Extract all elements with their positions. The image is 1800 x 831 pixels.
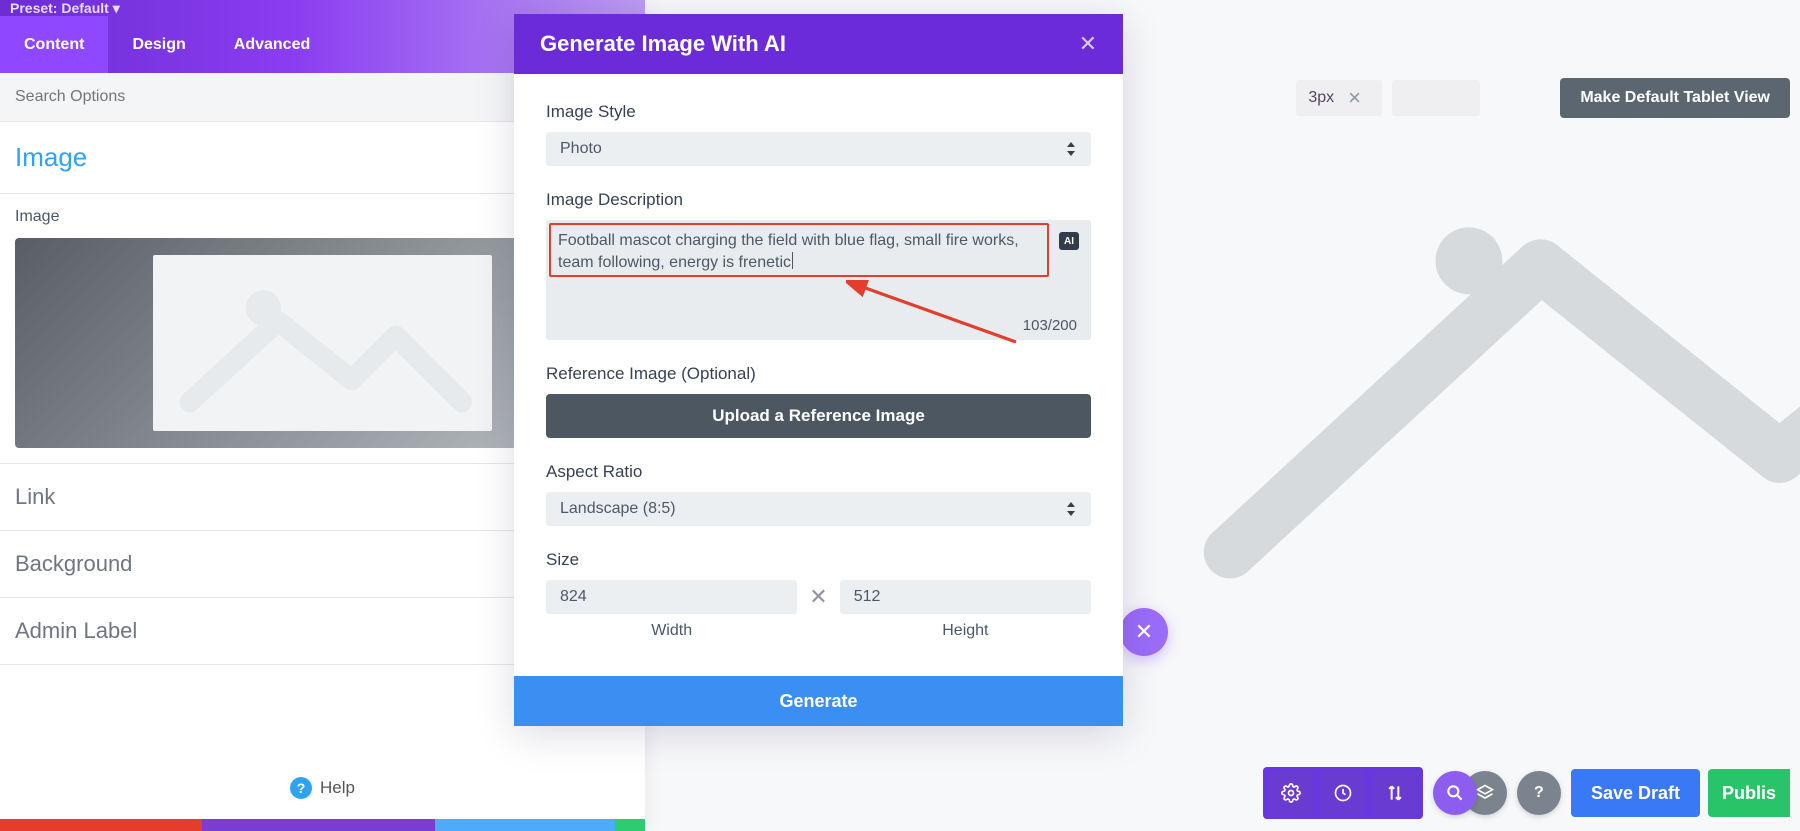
tab-design[interactable]: Design bbox=[108, 16, 209, 73]
builder-icon-group bbox=[1263, 767, 1423, 819]
generate-image-ai-modal: Generate Image With AI ✕ Image Style Pho… bbox=[514, 14, 1123, 726]
size-label: Size bbox=[546, 550, 1091, 570]
char-count: 103/200 bbox=[1023, 317, 1077, 334]
width-caption: Width bbox=[651, 622, 692, 640]
close-module-bubble[interactable]: ✕ bbox=[1120, 608, 1168, 656]
dimension-value: 3px bbox=[1308, 89, 1334, 107]
modal-header: Generate Image With AI ✕ bbox=[514, 14, 1123, 74]
background-image-placeholder bbox=[1135, 170, 1800, 600]
modal-close-icon[interactable]: ✕ bbox=[1079, 31, 1097, 57]
panel-help-row[interactable]: ? Help bbox=[0, 777, 645, 799]
image-style-label: Image Style bbox=[546, 102, 1091, 122]
bottom-action-bar: ? Save Draft Publis bbox=[1263, 767, 1790, 819]
dimension-empty-box[interactable] bbox=[1392, 80, 1480, 116]
tab-content[interactable]: Content bbox=[0, 16, 108, 73]
image-placeholder-icon bbox=[153, 255, 491, 431]
history-clock-icon[interactable] bbox=[1321, 771, 1365, 815]
height-input[interactable] bbox=[840, 580, 1091, 614]
reference-image-label: Reference Image (Optional) bbox=[546, 364, 1091, 384]
dimension-clear-icon[interactable]: × bbox=[1348, 85, 1361, 111]
image-description-text: Football mascot charging the field with … bbox=[558, 230, 1041, 273]
image-style-select[interactable]: Photo bbox=[546, 132, 1091, 166]
upload-reference-button[interactable]: Upload a Reference Image bbox=[546, 394, 1091, 438]
make-default-tablet-view-button[interactable]: Make Default Tablet View bbox=[1560, 78, 1790, 118]
select-caret-icon bbox=[1067, 142, 1077, 156]
publish-button[interactable]: Publis bbox=[1708, 769, 1790, 817]
width-input[interactable] bbox=[546, 580, 797, 614]
close-icon: ✕ bbox=[1135, 619, 1153, 645]
aspect-ratio-label: Aspect Ratio bbox=[546, 462, 1091, 482]
image-description-label: Image Description bbox=[546, 190, 1091, 210]
help-label: Help bbox=[320, 778, 355, 798]
aspect-ratio-value: Landscape (8:5) bbox=[560, 500, 676, 518]
help-icon: ? bbox=[290, 777, 312, 799]
aspect-ratio-select[interactable]: Landscape (8:5) bbox=[546, 492, 1091, 526]
image-style-value: Photo bbox=[560, 140, 602, 158]
footer-slot-forward[interactable] bbox=[435, 819, 615, 831]
canvas-top-toolbar: 3px × Make Default Tablet View bbox=[1296, 78, 1800, 118]
select-caret-icon bbox=[1067, 502, 1077, 516]
footer-slot-back[interactable] bbox=[202, 819, 435, 831]
sort-arrows-icon[interactable] bbox=[1373, 771, 1417, 815]
size-row: Width ✕ Height bbox=[546, 580, 1091, 640]
panel-footer-strip bbox=[0, 819, 645, 831]
save-draft-button[interactable]: Save Draft bbox=[1571, 769, 1700, 817]
dimension-value-box[interactable]: 3px × bbox=[1296, 80, 1382, 116]
height-caption: Height bbox=[942, 622, 988, 640]
help-question-icon[interactable]: ? bbox=[1517, 771, 1561, 815]
modal-title: Generate Image With AI bbox=[540, 31, 786, 57]
ai-badge-icon[interactable]: AI bbox=[1059, 232, 1079, 250]
settings-gear-icon[interactable] bbox=[1269, 771, 1313, 815]
zoom-search-icon[interactable] bbox=[1433, 771, 1477, 815]
footer-slot-cancel[interactable] bbox=[0, 819, 202, 831]
image-description-wrapper: Football mascot charging the field with … bbox=[546, 220, 1091, 340]
size-times-icon: ✕ bbox=[809, 584, 827, 610]
footer-slot-save[interactable] bbox=[615, 819, 645, 831]
generate-button[interactable]: Generate bbox=[514, 676, 1123, 726]
tab-advanced[interactable]: Advanced bbox=[210, 16, 334, 73]
